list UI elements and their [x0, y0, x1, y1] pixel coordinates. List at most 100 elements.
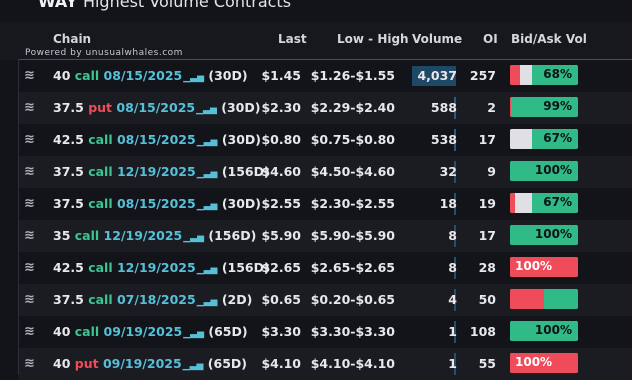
- table-row[interactable]: ≋ 40 call 08/15/2025▁▃▅ (30D) $1.45 $1.26-$…: [19, 60, 632, 92]
- strike-price: 42.5: [53, 260, 84, 275]
- strike-price: 37.5: [53, 196, 84, 211]
- bid-ask-percent: 99%: [543, 99, 572, 113]
- chart-bars-icon[interactable]: ▁▃▅: [183, 326, 204, 342]
- header-last[interactable]: Last: [278, 32, 307, 46]
- table-row[interactable]: ≋ 37.5 call 12/19/2025▁▃▅ (156D) $4.60 $4.5…: [19, 156, 632, 188]
- expiry-date[interactable]: 08/15/2025: [117, 196, 196, 211]
- header-oi[interactable]: OI: [483, 32, 498, 46]
- bid-ask-percent: 68%: [543, 67, 572, 81]
- low-high-range: $2.29-$2.40: [310, 100, 395, 115]
- chain-cell[interactable]: 42.5 call 12/19/2025▁▃▅ (156D): [53, 260, 270, 278]
- ticker-symbol: WAY: [38, 0, 78, 11]
- table-row[interactable]: ≋ 37.5 put 08/15/2025▁▃▅ (30D) $2.30 $2.29-…: [19, 92, 632, 124]
- chart-bars-icon[interactable]: ▁▃▅: [183, 358, 204, 374]
- table-row[interactable]: ≋ 40 put 09/19/2025▁▃▅ (65D) $4.10 $4.10-$4…: [19, 348, 632, 380]
- chain-cell[interactable]: 35 call 12/19/2025▁▃▅ (156D): [53, 228, 256, 246]
- chain-cell[interactable]: 40 call 08/15/2025▁▃▅ (30D): [53, 68, 248, 86]
- expiry-date[interactable]: 12/19/2025: [104, 228, 183, 243]
- bid-segment: [510, 289, 544, 309]
- table-row[interactable]: ≋ 37.5 call 07/18/2025▁▃▅ (2D) $0.65 $0.20-…: [19, 284, 632, 316]
- days-to-expiry: (65D): [207, 356, 247, 371]
- chart-bars-icon[interactable]: ▁▃▅: [197, 134, 218, 150]
- chain-cell[interactable]: 40 call 09/19/2025▁▃▅ (65D): [53, 324, 248, 342]
- expiry-date[interactable]: 08/15/2025: [104, 68, 183, 83]
- header-chain[interactable]: Chain: [53, 32, 91, 46]
- option-type: call: [88, 260, 113, 275]
- mid-segment: [520, 65, 532, 85]
- flow-icon[interactable]: ≋: [24, 228, 35, 244]
- chart-bars-icon[interactable]: ▁▃▅: [197, 294, 218, 310]
- table-row[interactable]: ≋ 37.5 call 08/15/2025▁▃▅ (30D) $2.55 $2.30…: [19, 188, 632, 220]
- flow-icon[interactable]: ≋: [24, 100, 35, 116]
- bid-ask-vol-bar[interactable]: 99%: [510, 97, 578, 117]
- flow-icon[interactable]: ≋: [24, 324, 35, 340]
- last-price: $5.90: [261, 228, 301, 243]
- flow-icon[interactable]: ≋: [24, 292, 35, 308]
- expiry-date[interactable]: 08/15/2025: [117, 132, 196, 147]
- days-to-expiry: (30D): [221, 196, 262, 211]
- ask-segment: [544, 289, 578, 309]
- bid-ask-vol-bar[interactable]: 67%: [510, 129, 578, 149]
- last-price: $3.30: [261, 324, 301, 339]
- open-interest: 17: [478, 228, 496, 243]
- chart-bars-icon[interactable]: ▁▃▅: [196, 102, 217, 118]
- header-bid-ask-vol[interactable]: Bid/Ask Vol: [511, 32, 587, 46]
- last-price: $2.30: [261, 100, 301, 115]
- chain-cell[interactable]: 37.5 call 12/19/2025▁▃▅ (156D): [53, 164, 270, 182]
- bid-ask-vol-bar[interactable]: 100%: [510, 353, 578, 373]
- expiry-date[interactable]: 12/19/2025: [117, 164, 196, 179]
- last-price: $1.45: [261, 68, 301, 83]
- flow-icon[interactable]: ≋: [24, 132, 35, 148]
- chart-bars-icon[interactable]: ▁▃▅: [183, 230, 204, 246]
- bid-ask-vol-bar[interactable]: 100%: [510, 321, 578, 341]
- expiry-date[interactable]: 12/19/2025: [117, 260, 196, 275]
- flow-icon[interactable]: ≋: [24, 164, 35, 180]
- expiry-date[interactable]: 07/18/2025: [117, 292, 196, 307]
- chart-bars-icon[interactable]: ▁▃▅: [197, 198, 218, 214]
- flow-icon[interactable]: ≋: [24, 356, 35, 372]
- strike-price: 40: [53, 324, 71, 339]
- chain-cell[interactable]: 37.5 call 08/15/2025▁▃▅ (30D): [53, 196, 261, 214]
- chain-cell[interactable]: 42.5 call 08/15/2025▁▃▅ (30D): [53, 132, 261, 150]
- expiry-date[interactable]: 08/15/2025: [116, 100, 195, 115]
- volume-value: 538: [430, 132, 457, 147]
- flow-icon[interactable]: ≋: [24, 68, 35, 84]
- bid-ask-vol-bar[interactable]: [510, 289, 578, 309]
- bid-ask-percent: 100%: [534, 323, 572, 337]
- table-row[interactable]: ≋ 40 call 09/19/2025▁▃▅ (65D) $3.30 $3.30-$…: [19, 316, 632, 348]
- bid-ask-percent: 100%: [515, 259, 553, 273]
- expiry-date[interactable]: 09/19/2025: [103, 356, 182, 371]
- volume-value: 4,037: [417, 68, 457, 83]
- expiry-date[interactable]: 09/19/2025: [104, 324, 183, 339]
- table-row[interactable]: ≋ 35 call 12/19/2025▁▃▅ (156D) $5.90 $5.90-…: [19, 220, 632, 252]
- volume-value: 1: [448, 356, 457, 371]
- option-type: call: [74, 324, 100, 339]
- table-row[interactable]: ≋ 42.5 call 08/15/2025▁▃▅ (30D) $0.80 $0.75…: [19, 124, 632, 156]
- bid-ask-vol-bar[interactable]: 68%: [510, 65, 578, 85]
- flow-icon[interactable]: ≋: [24, 196, 35, 212]
- strike-price: 37.5: [53, 100, 84, 115]
- chart-bars-icon[interactable]: ▁▃▅: [197, 166, 218, 182]
- chain-cell[interactable]: 37.5 put 08/15/2025▁▃▅ (30D): [53, 100, 260, 118]
- table-row[interactable]: ≋ 42.5 call 12/19/2025▁▃▅ (156D) $2.65 $2.6…: [19, 252, 632, 284]
- strike-price: 37.5: [53, 292, 84, 307]
- last-price: $0.65: [261, 292, 301, 307]
- chain-cell[interactable]: 40 put 09/19/2025▁▃▅ (65D): [53, 356, 247, 374]
- chart-bars-icon[interactable]: ▁▃▅: [197, 262, 218, 278]
- option-type: call: [88, 196, 113, 211]
- header-low-high[interactable]: Low - High: [337, 32, 409, 46]
- volume-value: 1: [448, 324, 457, 339]
- strike-price: 35: [53, 228, 71, 243]
- days-to-expiry: (65D): [208, 324, 248, 339]
- bid-ask-vol-bar[interactable]: 100%: [510, 161, 578, 181]
- flow-icon[interactable]: ≋: [24, 260, 35, 276]
- bid-ask-vol-bar[interactable]: 100%: [510, 257, 578, 277]
- chain-cell[interactable]: 37.5 call 07/18/2025▁▃▅ (2D): [53, 292, 252, 310]
- chart-bars-icon[interactable]: ▁▃▅: [183, 70, 204, 86]
- bid-ask-vol-bar[interactable]: 100%: [510, 225, 578, 245]
- bid-ask-vol-bar[interactable]: 67%: [510, 193, 578, 213]
- header-volume[interactable]: Volume: [412, 32, 462, 46]
- low-high-range: $3.30-$3.30: [310, 324, 395, 339]
- bid-segment: [510, 65, 520, 85]
- open-interest: 257: [469, 68, 496, 83]
